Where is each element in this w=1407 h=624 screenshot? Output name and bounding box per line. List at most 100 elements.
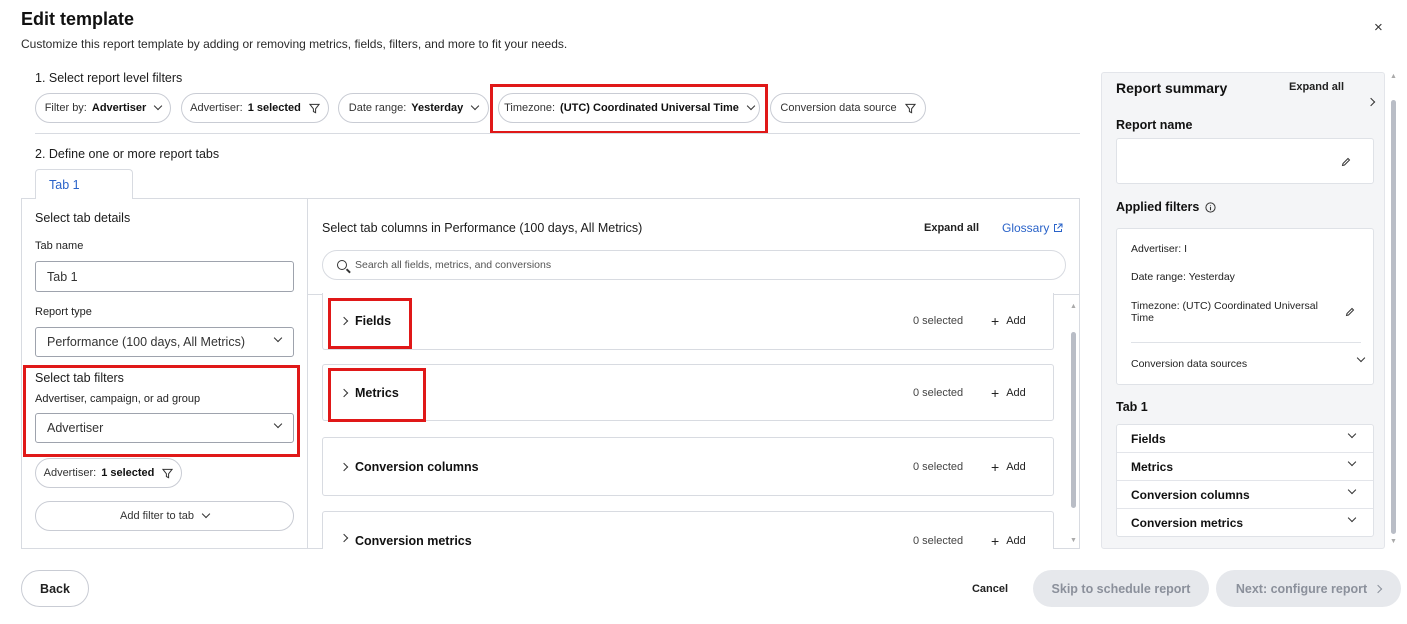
section-conversion-columns[interactable]: Conversion columns 0 selected + Add: [322, 437, 1054, 496]
report-summary-panel: Report summary Expand all Report name Ap…: [1101, 72, 1385, 549]
section-title: Fields: [355, 314, 392, 328]
tab-details-heading: Select tab details: [35, 211, 131, 225]
summary-timezone: Timezone: (UTC) Coordinated Universal Ti…: [1131, 300, 1318, 324]
expand-all-columns-button[interactable]: Expand all: [924, 222, 979, 234]
section-fields[interactable]: Fields 0 selected + Add: [322, 293, 1054, 350]
columns-scrollbar[interactable]: [1071, 332, 1076, 508]
columns-heading: Select tab columns in Performance (100 d…: [322, 221, 643, 235]
scroll-up-icon[interactable]: ▲: [1070, 303, 1077, 310]
add-filter-to-tab-button[interactable]: Add filter to tab: [35, 501, 294, 531]
next-label: Next: configure report: [1235, 581, 1368, 596]
add-metrics-button[interactable]: + Add: [991, 386, 1026, 400]
tab-name-input[interactable]: Tab 1: [35, 261, 294, 292]
applied-filters-heading: Applied filters: [1116, 200, 1216, 214]
tab-filter-select[interactable]: Advertiser: [35, 413, 294, 443]
chevron-down-icon: [1347, 457, 1357, 467]
report-name-input[interactable]: [1116, 138, 1374, 184]
conversion-source-pill[interactable]: Conversion data source: [770, 93, 926, 123]
summary-scroll-up-icon[interactable]: ▲: [1390, 73, 1397, 80]
report-type-label: Report type: [35, 306, 92, 318]
back-button[interactable]: Back: [21, 570, 89, 607]
panel-divider: [307, 198, 308, 549]
timezone-value: (UTC) Coordinated Universal Time: [560, 102, 739, 114]
summary-scrollbar[interactable]: [1391, 100, 1396, 534]
chevron-right-icon: [339, 388, 349, 397]
summary-title: Report summary: [1116, 80, 1228, 96]
next-configure-button[interactable]: Next: configure report: [1216, 570, 1401, 607]
section-title: Conversion metrics: [355, 534, 472, 548]
date-range-prefix: Date range:: [348, 102, 407, 114]
glossary-label: Glossary: [1002, 221, 1050, 235]
add-label: Add: [1006, 460, 1026, 473]
glossary-link[interactable]: Glossary: [1002, 221, 1063, 235]
summary-advertiser: Advertiser: I: [1131, 243, 1188, 255]
page-title: Edit template: [21, 9, 135, 29]
chevron-down-icon: [273, 333, 283, 343]
section-title: Conversion columns: [355, 459, 479, 474]
chevron-right-icon: [339, 533, 349, 543]
add-filter-label: Add filter to tab: [120, 510, 194, 522]
summary-scroll-down-icon[interactable]: ▼: [1390, 538, 1397, 545]
section-divider: [35, 133, 1080, 134]
add-fields-button[interactable]: + Add: [991, 314, 1026, 328]
chevron-down-icon: [201, 509, 211, 519]
report-type-select[interactable]: Performance (100 days, All Metrics): [35, 327, 294, 357]
advertiser-filter-pill[interactable]: Advertiser: 1 selected: [181, 93, 329, 123]
summary-row-conversion-columns[interactable]: Conversion columns: [1117, 481, 1373, 509]
section-conversion-metrics[interactable]: Conversion metrics 0 selected + Add: [322, 511, 1054, 549]
add-label: Add: [1006, 315, 1026, 327]
chevron-down-icon: [746, 101, 756, 111]
tab-name-label: Tab name: [35, 240, 84, 252]
section-count: 0 selected: [913, 386, 964, 399]
tab-advertiser-prefix: Advertiser:: [43, 467, 97, 479]
columns-search-input[interactable]: Search all fields, metrics, and conversi…: [322, 250, 1066, 280]
chevron-right-icon[interactable]: [1366, 97, 1376, 107]
plus-icon: +: [991, 384, 1000, 401]
info-icon[interactable]: [1205, 201, 1216, 213]
tab-advertiser-value: 1 selected: [101, 467, 155, 479]
summary-row-conversion-metrics[interactable]: Conversion metrics: [1117, 509, 1373, 537]
filter-by-pill[interactable]: Filter by: Advertiser: [35, 93, 171, 123]
date-range-value: Yesterday: [411, 102, 464, 114]
timezone-pill[interactable]: Timezone: (UTC) Coordinated Universal Ti…: [498, 93, 760, 123]
page-subtitle: Customize this report template by adding…: [21, 37, 568, 51]
chevron-right-icon: [339, 316, 349, 326]
add-conversion-metrics-button[interactable]: + Add: [991, 534, 1026, 548]
add-conversion-columns-button[interactable]: + Add: [991, 460, 1026, 474]
skip-to-schedule-button[interactable]: Skip to schedule report: [1033, 570, 1209, 607]
section-metrics[interactable]: Metrics 0 selected + Add: [322, 364, 1054, 421]
section-count: 0 selected: [913, 315, 964, 327]
search-icon: [337, 260, 347, 270]
date-range-pill[interactable]: Date range: Yesterday: [338, 93, 489, 123]
scroll-down-icon[interactable]: ▼: [1070, 537, 1077, 544]
tab-join: [36, 198, 132, 200]
plus-icon: +: [991, 533, 1000, 549]
summary-row-fields[interactable]: Fields: [1117, 425, 1373, 453]
tab-advertiser-pill[interactable]: Advertiser: 1 selected: [35, 458, 182, 488]
report-filters-label: 1. Select report level filters: [35, 71, 183, 85]
tab-1[interactable]: Tab 1: [35, 169, 133, 199]
cancel-button[interactable]: Cancel: [960, 570, 1020, 607]
pencil-icon[interactable]: [1341, 157, 1351, 167]
chevron-down-icon[interactable]: [1356, 353, 1366, 363]
summary-expand-all-button[interactable]: Expand all: [1289, 81, 1344, 93]
close-icon[interactable]: ×: [1374, 19, 1383, 36]
funnel-icon: [904, 103, 916, 113]
section-count: 0 selected: [913, 460, 964, 473]
applied-filters-card: Advertiser: I Date range: Yesterday Time…: [1116, 228, 1374, 385]
chevron-down-icon: [1347, 485, 1357, 495]
funnel-icon: [162, 468, 174, 478]
report-name-label: Report name: [1116, 118, 1193, 132]
chevron-down-icon: [273, 419, 283, 429]
chevron-right-icon: [1373, 584, 1383, 593]
add-label: Add: [1006, 535, 1026, 547]
tab-filters-sub: Advertiser, campaign, or ad group: [35, 393, 201, 405]
funnel-icon: [308, 103, 320, 113]
pencil-icon[interactable]: [1345, 307, 1355, 317]
search-placeholder: Search all fields, metrics, and conversi…: [355, 259, 552, 271]
summary-tab-label: Tab 1: [1116, 400, 1148, 414]
timezone-prefix: Timezone:: [504, 102, 556, 114]
plus-icon: +: [991, 458, 1000, 475]
summary-row-metrics[interactable]: Metrics: [1117, 453, 1373, 481]
advertiser-filter-prefix: Advertiser:: [190, 102, 243, 114]
